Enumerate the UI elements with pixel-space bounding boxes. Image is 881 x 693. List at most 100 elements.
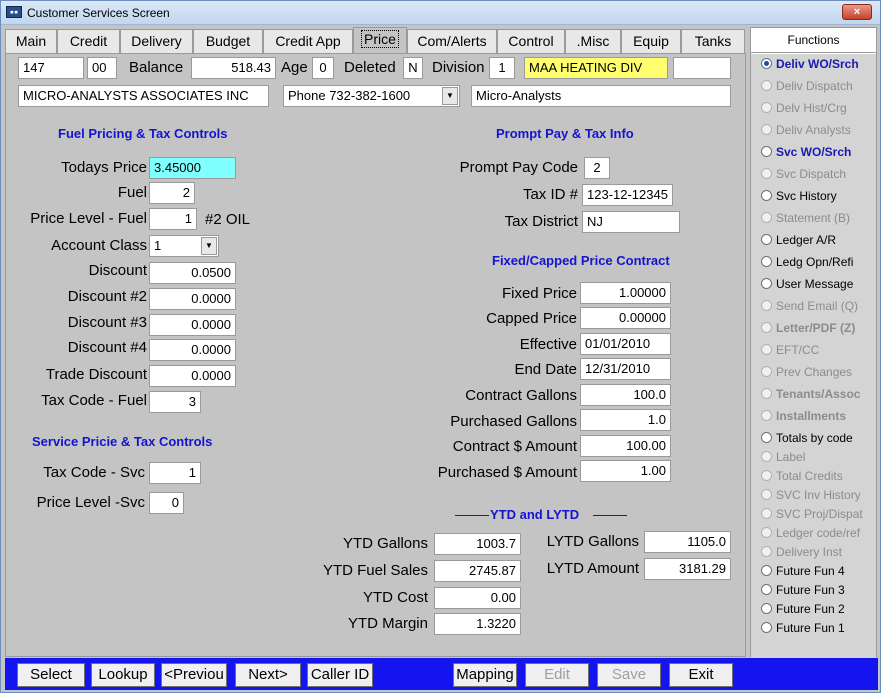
tab-equip[interactable]: Equip [621, 29, 681, 53]
func-future-fun-4[interactable]: Future Fun 4 [761, 563, 845, 579]
ytd-heading: YTD and LYTD [490, 507, 580, 522]
discount-4-label: Discount #4 [67, 339, 147, 356]
func-deliv-analysts[interactable]: Deliv Analysts [761, 122, 851, 138]
func-ledger-ar[interactable]: Ledger A/R [761, 232, 836, 248]
previous-button[interactable]: <Previou [161, 663, 227, 687]
func-user-message[interactable]: User Message [761, 276, 853, 292]
phone-dropdown[interactable]: Phone 732-382-1600 ▼ [283, 85, 460, 107]
radio-icon [761, 508, 772, 519]
func-future-fun-2[interactable]: Future Fun 2 [761, 601, 845, 617]
contract-amount-field[interactable]: 100.00 [580, 435, 671, 457]
balance-field[interactable]: 518.43 [191, 57, 276, 79]
tab-control[interactable]: Control [497, 29, 565, 53]
tab-tanks[interactable]: Tanks [681, 29, 745, 53]
next-button[interactable]: Next> [235, 663, 301, 687]
ytd-gallons-field[interactable]: 1003.7 [434, 533, 521, 555]
tab-budget[interactable]: Budget [193, 29, 263, 53]
age-field[interactable]: 0 [312, 57, 334, 79]
blank-field[interactable] [673, 57, 731, 79]
radio-icon [761, 489, 772, 500]
price-level-svc-field[interactable]: 0 [149, 492, 184, 514]
func-statement[interactable]: Statement (B) [761, 210, 850, 226]
ytd-margin-field[interactable]: 1.3220 [434, 613, 521, 635]
contract-gallons-field[interactable]: 100.0 [580, 384, 671, 406]
edit-button[interactable]: Edit [525, 663, 589, 687]
close-button[interactable]: × [842, 4, 872, 20]
func-delv-hist-crg[interactable]: Delv Hist/Crg [761, 100, 847, 116]
tab-credit-app[interactable]: Credit App [263, 29, 353, 53]
func-svc-wo-srch[interactable]: Svc WO/Srch [761, 144, 851, 160]
func-delivery-inst[interactable]: Delivery Inst [761, 544, 842, 560]
func-send-email[interactable]: Send Email (Q) [761, 298, 858, 314]
discount-2-field[interactable]: 0.0000 [149, 288, 236, 310]
func-total-credits[interactable]: Total Credits [761, 468, 843, 484]
functions-tab[interactable]: Functions [751, 28, 876, 53]
trade-discount-field[interactable]: 0.0000 [149, 365, 236, 387]
tab-main[interactable]: Main [5, 29, 57, 53]
account-class-dropdown[interactable]: 1 ▼ [149, 235, 219, 257]
func-letter-pdf[interactable]: Letter/PDF (Z) [761, 320, 855, 336]
func-svc-inv-history[interactable]: SVC Inv History [761, 487, 861, 503]
func-prev-changes[interactable]: Prev Changes [761, 364, 852, 380]
select-button[interactable]: Select [17, 663, 85, 687]
save-button[interactable]: Save [597, 663, 661, 687]
func-deliv-dispatch[interactable]: Deliv Dispatch [761, 78, 853, 94]
tax-code-svc-field[interactable]: 1 [149, 462, 201, 484]
discount-2-label: Discount #2 [67, 288, 147, 305]
division-name-field: MAA HEATING DIV [524, 57, 668, 79]
tab-com-alerts[interactable]: Com/Alerts [407, 29, 497, 53]
caller-id-button[interactable]: Caller ID [307, 663, 373, 687]
tax-district-field[interactable]: NJ [582, 211, 680, 233]
chevron-down-icon[interactable]: ▼ [442, 87, 458, 105]
lytd-gallons-field[interactable]: 1105.0 [644, 531, 731, 553]
customer-name-field[interactable]: MICRO-ANALYSTS ASSOCIATES INC [18, 85, 269, 107]
effective-date-field[interactable]: 01/01/2010 [580, 333, 671, 355]
func-ledg-opn-refi[interactable]: Ledg Opn/Refi [761, 254, 853, 270]
func-svc-history[interactable]: Svc History [761, 188, 837, 204]
tab-credit[interactable]: Credit [57, 29, 120, 53]
chevron-down-icon[interactable]: ▼ [201, 237, 217, 255]
todays-price-field[interactable]: 3.45000 [149, 157, 236, 179]
lytd-gallons-label: LYTD Gallons [546, 533, 639, 550]
mapping-button[interactable]: Mapping [453, 663, 517, 687]
tax-id-field[interactable]: 123-12-12345 [582, 184, 673, 206]
account-number-field[interactable]: 147 [18, 57, 84, 79]
fuel-field[interactable]: 2 [149, 182, 195, 204]
func-label[interactable]: Label [761, 449, 805, 465]
purchased-gallons-field[interactable]: 1.0 [580, 409, 671, 431]
func-svc-dispatch[interactable]: Svc Dispatch [761, 166, 846, 182]
deleted-field[interactable]: N [403, 57, 423, 79]
fixed-price-field[interactable]: 1.00000 [580, 282, 671, 304]
func-eft-cc[interactable]: EFT/CC [761, 342, 819, 358]
func-installments[interactable]: Installments [761, 408, 846, 424]
tax-code-fuel-field[interactable]: 3 [149, 391, 201, 413]
lookup-button[interactable]: Lookup [91, 663, 155, 687]
exit-button[interactable]: Exit [669, 663, 733, 687]
discount-3-field[interactable]: 0.0000 [149, 314, 236, 336]
tab-misc[interactable]: .Misc [565, 29, 621, 53]
ytd-cost-field[interactable]: 0.00 [434, 587, 521, 609]
purchased-amount-field[interactable]: 1.00 [580, 460, 671, 482]
ytd-fuel-sales-field[interactable]: 2745.87 [434, 560, 521, 582]
func-totals-by-code[interactable]: Totals by code [761, 430, 853, 446]
func-tenants-assoc[interactable]: Tenants/Assoc [761, 386, 860, 402]
radio-icon [761, 80, 772, 91]
lytd-amount-field[interactable]: 3181.29 [644, 558, 731, 580]
func-deliv-wo-srch[interactable]: Deliv WO/Srch [761, 56, 859, 72]
discount-field[interactable]: 0.0500 [149, 262, 236, 284]
tab-delivery[interactable]: Delivery [120, 29, 193, 53]
prompt-pay-code-field[interactable]: 2 [584, 157, 610, 179]
func-future-fun-1[interactable]: Future Fun 1 [761, 620, 845, 636]
func-svc-proj-dispat[interactable]: SVC Proj/Dispat [761, 506, 863, 522]
end-date-field[interactable]: 12/31/2010 [580, 358, 671, 380]
func-ledger-code-ref[interactable]: Ledger code/ref [761, 525, 860, 541]
division-field[interactable]: 1 [489, 57, 515, 79]
short-name-field[interactable]: Micro-Analysts [471, 85, 731, 107]
discount-4-field[interactable]: 0.0000 [149, 339, 236, 361]
capped-price-field[interactable]: 0.00000 [580, 307, 671, 329]
tab-price[interactable]: Price [353, 27, 407, 54]
radio-icon [761, 451, 772, 462]
sub-account-field[interactable]: 00 [87, 57, 117, 79]
price-level-fuel-field[interactable]: 1 [149, 208, 197, 230]
func-future-fun-3[interactable]: Future Fun 3 [761, 582, 845, 598]
